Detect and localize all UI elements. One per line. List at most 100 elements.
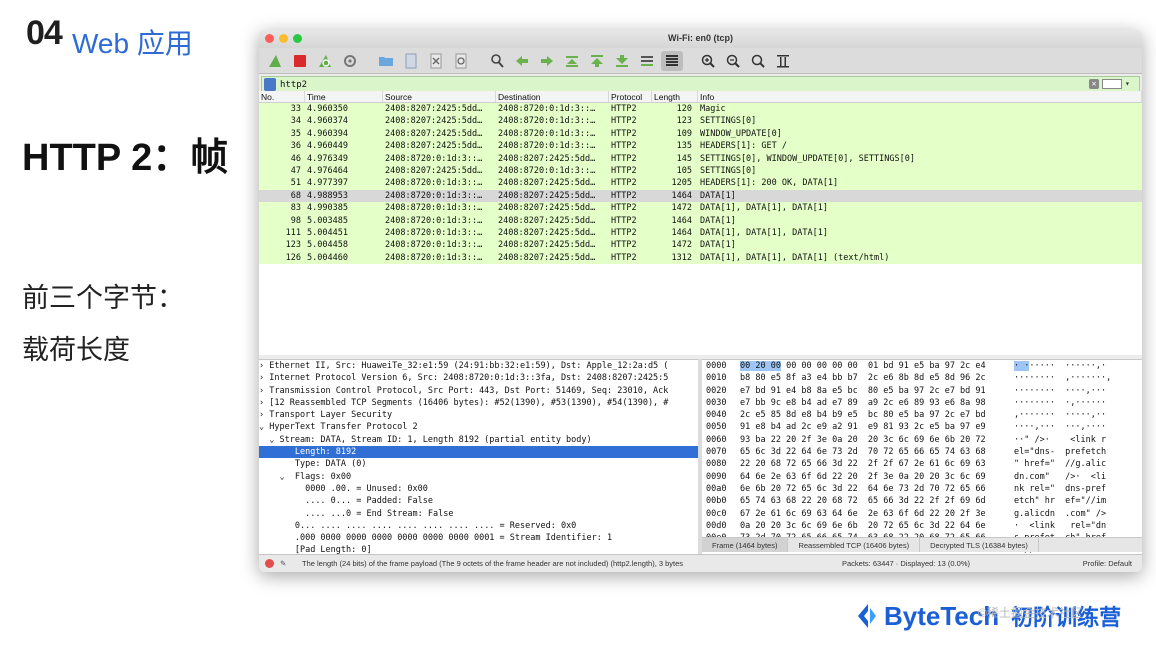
hex-bytes[interactable]: 00 20 00 00 00 00 00 00 01 bd 91 e5 ba 9… [736,360,1014,372]
column-time[interactable]: Time [305,91,383,102]
hex-ascii[interactable]: ········ ·,······ [1014,397,1142,409]
detail-tree-item[interactable]: 0000 .00. = Unused: 0x00 [259,483,698,495]
hex-bytes[interactable]: 64 6e 2e 63 6f 6d 22 20 2f 3e 0a 20 20 3… [736,471,1014,483]
stop-icon[interactable] [289,51,311,71]
hex-bytes[interactable]: 93 ba 22 20 2f 3e 0a 20 20 3c 6c 69 6e 6… [736,434,1014,446]
tab-frame-bytes[interactable]: Frame (1464 bytes) [702,538,789,552]
reload-icon[interactable] [450,51,472,71]
colorize-icon[interactable] [661,50,683,71]
detail-tree-item[interactable]: ⌄ HyperText Transfer Protocol 2 [259,421,698,433]
expander-icon[interactable] [259,496,300,506]
close-file-icon[interactable] [425,51,447,71]
resize-columns-icon[interactable] [772,51,794,71]
bookmark-filter-icon[interactable] [264,78,276,91]
hex-ascii[interactable]: g.alicdn .com" /> [1014,508,1142,520]
display-filter-input[interactable]: http2 [280,80,307,90]
first-packet-icon[interactable] [586,51,608,71]
hex-ascii[interactable]: · ······ ······,· [1014,360,1142,372]
goto-packet-icon[interactable] [561,51,583,71]
hex-bytes[interactable]: 91 e8 b4 ad 2c e9 a2 91 e9 81 93 2c e5 b… [736,421,1014,433]
column-destination[interactable]: Destination [496,91,609,102]
detail-tree-item[interactable]: › Ethernet II, Src: HuaweiTe_32:e1:59 (2… [259,360,698,372]
hex-ascii[interactable]: ··" />· <link r [1014,434,1142,446]
chevron-down-icon[interactable]: ▾ [1125,79,1135,89]
detail-tree-item[interactable]: Length: 8192 [259,446,698,459]
expander-icon[interactable] [259,521,290,531]
packet-row[interactable]: 33 4.960350 2408:8207:2425:5dd… 2408:8720:0… [259,103,1142,116]
detail-tree-item[interactable]: › [12 Reassembled TCP Segments (16406 by… [259,397,698,409]
column-length[interactable]: Length [652,91,698,102]
detail-tree-item[interactable]: ⌄ Flags: 0x00 [259,471,698,483]
packet-row[interactable]: 98 5.003485 2408:8720:0:1d:3::… 2408:8207:2… [259,214,1142,227]
detail-tree-item[interactable]: .000 0000 0000 0000 0000 0000 0000 0001 … [259,532,698,544]
expander-icon[interactable] [259,533,290,543]
profile-label[interactable]: Profile: Default [1083,559,1132,568]
expander-icon[interactable]: › [259,410,264,420]
packet-row[interactable]: 51 4.977397 2408:8720:0:1d:3::… 2408:8207:2… [259,177,1142,190]
hex-bytes[interactable]: b8 80 e5 8f a3 e4 bb b7 2c e6 8b 8d e5 8… [736,372,1014,384]
hex-bytes[interactable]: 67 2e 61 6c 69 63 64 6e 2e 63 6f 6d 22 2… [736,508,1014,520]
detail-tree-item[interactable]: ⌄ Stream: DATA, Stream ID: 1, Length 819… [259,434,698,446]
expert-info-icon[interactable] [265,559,274,568]
packet-row[interactable]: 35 4.960394 2408:8207:2425:5dd… 2408:8720:0… [259,127,1142,141]
packet-row[interactable]: 83 4.990385 2408:8720:0:1d:3::… 2408:8207:2… [259,202,1142,215]
tab-reassembled-tcp[interactable]: Reassembled TCP (16406 bytes) [788,538,921,552]
arrow-left-icon[interactable] [511,51,533,71]
expander-icon[interactable] [259,459,290,469]
hex-ascii[interactable]: nk rel=" dns-pref [1014,483,1142,495]
clear-filter-icon[interactable]: ✕ [1089,79,1099,89]
hex-ascii[interactable]: el="dns- prefetch [1014,446,1142,458]
edit-comment-icon[interactable]: ✎ [280,559,294,568]
column-info[interactable]: Info [698,91,1142,102]
expander-icon[interactable]: › [259,386,264,396]
autoscroll-icon[interactable] [636,51,658,71]
hex-ascii[interactable]: " href=" //g.alic [1014,458,1142,470]
gear-options-icon[interactable] [339,51,361,71]
expander-icon[interactable]: ⌄ [259,472,290,482]
packet-row[interactable]: 123 5.004458 2408:8720:0:1d:3::… 2408:8207:… [259,239,1142,252]
shark-fin-restart-icon[interactable] [314,51,336,71]
hex-bytes[interactable]: e7 bd 91 e4 b8 8a e5 bc 80 e5 ba 97 2c e… [736,385,1014,397]
zoom-reset-icon[interactable] [747,51,769,71]
hex-bytes[interactable]: e7 bb 9c e8 b4 ad e7 89 a9 2c e6 89 93 e… [736,397,1014,409]
hex-ascii[interactable]: etch" hr ef="//im [1014,495,1142,507]
packet-row[interactable]: 47 4.976464 2408:8207:2425:5dd… 2408:8720:0… [259,164,1142,178]
expander-icon[interactable]: ⌄ [259,422,264,432]
packet-row[interactable]: 46 4.976349 2408:8720:0:1d:3::… 2408:8207:2… [259,152,1142,165]
hex-ascii[interactable]: dn.com" />· <li [1014,471,1142,483]
tab-decrypted-tls[interactable]: Decrypted TLS (16384 bytes) [920,538,1039,552]
last-packet-icon[interactable] [611,51,633,71]
zoom-in-icon[interactable] [697,51,719,71]
hex-ascii[interactable]: · <link rel="dn [1014,520,1142,532]
hex-ascii[interactable]: ········ ····,··· [1014,385,1142,397]
packet-row[interactable]: 126 5.004460 2408:8720:0:1d:3::… 2408:8207:… [259,251,1142,265]
hex-ascii[interactable]: ····,··· ···,···· [1014,421,1142,433]
expander-icon[interactable] [259,509,300,519]
packet-row[interactable]: 34 4.960374 2408:8207:2425:5dd… 2408:8720:0… [259,115,1142,128]
file-save-icon[interactable] [400,51,422,71]
detail-tree-item[interactable]: › Internet Protocol Version 6, Src: 2408… [259,372,698,384]
detail-tree-item[interactable]: .... 0... = Padded: False [259,495,698,507]
search-icon[interactable] [486,51,508,71]
zoom-out-icon[interactable] [722,51,744,71]
detail-tree-item[interactable]: › Transport Layer Security [259,409,698,421]
apply-filter-icon[interactable] [1102,79,1122,89]
expander-icon[interactable] [259,484,300,494]
hex-ascii[interactable]: ,······· ·····,·· [1014,409,1142,421]
hex-bytes[interactable]: 0a 20 20 3c 6c 69 6e 6b 20 72 65 6c 3d 2… [736,520,1014,532]
detail-tree-item[interactable]: › Transmission Control Protocol, Src Por… [259,385,698,397]
packet-row[interactable]: 68 4.988953 2408:8720:0:1d:3::… 2408:8207:2… [259,189,1142,203]
expander-icon[interactable]: › [259,373,264,383]
folder-open-icon[interactable] [375,51,397,71]
hex-ascii[interactable]: ········ ,·······, [1014,372,1142,384]
column-source[interactable]: Source [383,91,496,102]
column-no[interactable]: No. [259,91,305,102]
detail-tree-item[interactable]: Type: DATA (0) [259,458,698,470]
packet-row[interactable]: 36 4.960449 2408:8207:2425:5dd… 2408:8720:0… [259,140,1142,153]
expander-icon[interactable]: › [259,361,264,371]
column-protocol[interactable]: Protocol [609,91,652,102]
hex-bytes[interactable]: 65 74 63 68 22 20 68 72 65 66 3d 22 2f 2… [736,495,1014,507]
expander-icon[interactable] [259,447,290,457]
arrow-right-icon[interactable] [536,51,558,71]
hex-bytes[interactable]: 2c e5 85 8d e8 b4 b9 e5 bc 80 e5 ba 97 2… [736,409,1014,421]
